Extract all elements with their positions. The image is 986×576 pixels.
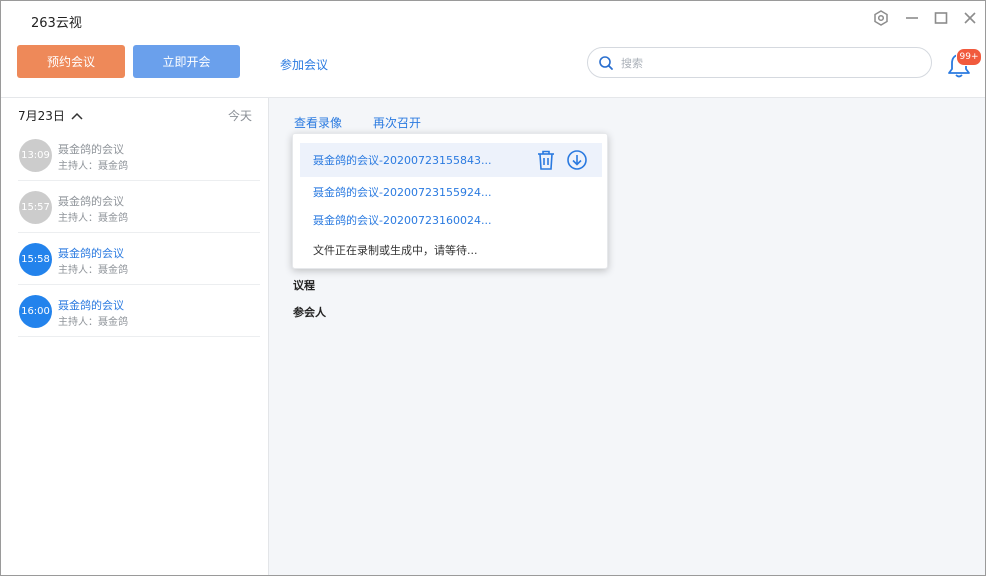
meeting-title: 聂金鸽的会议 — [58, 195, 124, 208]
search-icon — [598, 55, 614, 74]
search-box — [587, 47, 932, 78]
notification-badge: 99+ — [956, 48, 982, 66]
join-meeting-link[interactable]: 参加会议 — [280, 56, 328, 73]
recording-name: 聂金鸽的会议-20200723155843... — [313, 154, 492, 167]
meeting-host: 主持人：聂金鸽 — [58, 213, 128, 224]
app-title: 263云视 — [31, 16, 82, 31]
recording-item[interactable]: 聂金鸽的会议-20200723155843... — [300, 143, 602, 177]
meeting-time-badge: 15:57 — [19, 191, 52, 224]
meeting-time-badge: 16:00 — [19, 295, 52, 328]
date-label: 7月23日 — [18, 109, 65, 123]
search-input[interactable] — [619, 53, 923, 74]
meeting-host: 主持人：聂金鸽 — [58, 317, 128, 328]
meeting-host: 主持人：聂金鸽 — [58, 265, 128, 276]
meeting-title: 聂金鸽的会议 — [58, 247, 124, 260]
meeting-title: 聂金鸽的会议 — [58, 299, 124, 312]
meeting-item[interactable]: 15:58 聂金鸽的会议 主持人：聂金鸽 — [18, 233, 260, 285]
chevron-up-icon — [71, 109, 83, 123]
trash-icon[interactable] — [536, 149, 556, 171]
app-window: 263云视 预约会议 立即开会 参加会议 99+ 7月23日 今天 — [0, 0, 986, 576]
recording-name: 聂金鸽的会议-20200723160024... — [313, 214, 492, 227]
meeting-item[interactable]: 16:00 聂金鸽的会议 主持人：聂金鸽 — [18, 285, 260, 337]
maximize-icon[interactable] — [932, 9, 950, 27]
recording-name: 聂金鸽的会议-20200723155924... — [313, 186, 492, 199]
date-selector[interactable]: 7月23日 — [18, 107, 83, 124]
recording-status: 文件正在录制或生成中，请等待... — [313, 244, 478, 257]
reopen-meeting-link[interactable]: 再次召开 — [373, 114, 421, 131]
participants-heading: 参会人 — [293, 306, 326, 319]
start-meeting-button[interactable]: 立即开会 — [133, 45, 240, 78]
close-icon[interactable] — [961, 9, 979, 27]
recordings-popup: 聂金鸽的会议-20200723155843... 聂金鸽的会议-20200723… — [292, 133, 608, 269]
view-recordings-link[interactable]: 查看录像 — [294, 114, 342, 131]
today-label: 今天 — [227, 109, 252, 123]
schedule-meeting-button[interactable]: 预约会议 — [17, 45, 125, 78]
recording-item[interactable]: 聂金鸽的会议-20200723160024... — [300, 203, 602, 237]
download-icon[interactable] — [566, 149, 588, 171]
meeting-item[interactable]: 15:57 聂金鸽的会议 主持人：聂金鸽 — [18, 181, 260, 233]
settings-icon[interactable] — [872, 9, 890, 27]
minimize-icon[interactable] — [903, 9, 921, 27]
meeting-title: 聂金鸽的会议 — [58, 143, 124, 156]
meeting-sidebar: 7月23日 今天 13:09 聂金鸽的会议 主持人：聂金鸽 15:57 聂金鸽的… — [1, 98, 269, 575]
meeting-time-badge: 15:58 — [19, 243, 52, 276]
recording-actions — [536, 149, 588, 171]
meeting-time-badge: 13:09 — [19, 139, 52, 172]
meeting-host: 主持人：聂金鸽 — [58, 161, 128, 172]
agenda-heading: 议程 — [293, 279, 315, 292]
meeting-item[interactable]: 13:09 聂金鸽的会议 主持人：聂金鸽 — [18, 129, 260, 181]
meeting-list: 13:09 聂金鸽的会议 主持人：聂金鸽 15:57 聂金鸽的会议 主持人：聂金… — [18, 129, 260, 337]
